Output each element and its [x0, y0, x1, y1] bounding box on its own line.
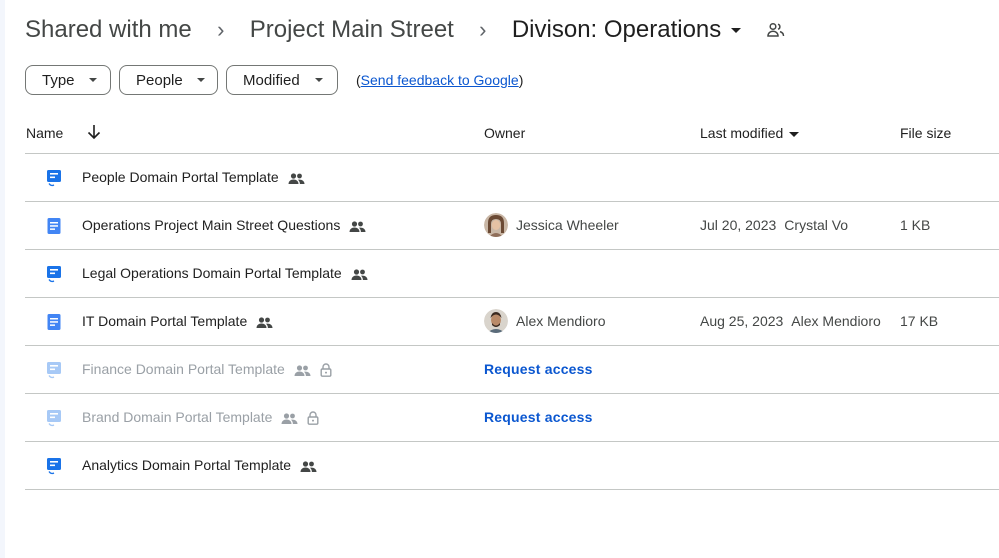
owner-name: Alex Mendioro: [516, 313, 606, 329]
modified-filter-label: Modified: [243, 71, 300, 89]
file-size-column-header[interactable]: File size: [900, 125, 951, 141]
owner-column-header[interactable]: Owner: [484, 125, 525, 141]
table-row[interactable]: Finance Domain Portal Template Request a…: [25, 346, 999, 394]
table-row[interactable]: Legal Operations Domain Portal Template: [25, 250, 999, 298]
file-name: Finance Domain Portal Template: [82, 361, 332, 378]
name-column-header[interactable]: Name: [26, 125, 63, 141]
dropdown-caret-icon: [196, 78, 205, 82]
breadcrumb: Shared with me › Project Main Street › D…: [25, 12, 785, 48]
file-name: Analytics Domain Portal Template: [82, 457, 317, 473]
file-name: Brand Domain Portal Template: [82, 409, 319, 426]
breadcrumb-shared-with-me[interactable]: Shared with me: [25, 16, 192, 44]
breadcrumb-separator: ›: [479, 17, 487, 42]
type-filter-label: Type: [42, 71, 75, 89]
form-icon: [47, 266, 61, 283]
doc-icon: [47, 218, 61, 234]
table-row[interactable]: IT Domain Portal Template Alex Mendioro …: [25, 298, 999, 346]
shared-people-icon: [256, 317, 273, 328]
table-row[interactable]: Operations Project Main Street Questions…: [25, 202, 999, 250]
table-row[interactable]: Brand Domain Portal Template Request acc…: [25, 394, 999, 442]
shared-people-icon: [288, 173, 305, 184]
form-icon: [47, 458, 61, 475]
file-size-cell: 17 KB: [900, 313, 939, 329]
filter-bar: Type People Modified (Send feedback to G…: [25, 65, 523, 95]
owner-cell: Jessica Wheeler: [484, 213, 619, 237]
shared-people-icon: [351, 269, 368, 280]
left-panel-edge: [0, 0, 5, 558]
table-row[interactable]: Analytics Domain Portal Template: [25, 442, 999, 490]
owner-cell: Alex Mendioro: [484, 309, 606, 333]
sort-arrow-down-icon[interactable]: [87, 124, 101, 140]
last-modified-column-header[interactable]: Last modified: [700, 125, 800, 141]
lock-icon: [320, 363, 332, 378]
breadcrumb-separator: ›: [217, 17, 225, 42]
people-filter-chip[interactable]: People: [119, 65, 218, 95]
doc-icon: [47, 314, 61, 330]
avatar: [484, 309, 508, 333]
send-feedback-link[interactable]: Send feedback to Google: [361, 72, 519, 88]
request-access-link[interactable]: Request access: [484, 409, 593, 425]
people-filter-label: People: [136, 71, 183, 89]
file-size-cell: 1 KB: [900, 217, 931, 233]
shared-folder-people-icon[interactable]: [767, 22, 785, 38]
shared-people-icon: [349, 221, 366, 232]
file-name: People Domain Portal Template: [82, 169, 305, 185]
shared-people-icon: [294, 365, 311, 376]
type-filter-chip[interactable]: Type: [25, 65, 111, 95]
form-icon: [47, 170, 61, 187]
last-modified-cell: Jul 20, 2023 Crystal Vo: [700, 217, 849, 233]
form-icon: [47, 362, 61, 379]
owner-name: Jessica Wheeler: [516, 217, 619, 233]
breadcrumb-current-folder[interactable]: Divison: Operations: [512, 16, 721, 44]
avatar: [484, 213, 508, 237]
table-row[interactable]: People Domain Portal Template: [25, 154, 999, 202]
file-name: IT Domain Portal Template: [82, 313, 273, 329]
dropdown-caret-icon: [88, 78, 97, 82]
file-list: Name Owner Last modified File size Peopl…: [25, 112, 999, 490]
shared-people-icon: [300, 461, 317, 472]
dropdown-caret-icon: [315, 78, 323, 82]
lock-icon: [307, 411, 319, 426]
folder-menu-caret-icon[interactable]: [731, 27, 742, 33]
file-name: Legal Operations Domain Portal Template: [82, 265, 368, 281]
form-icon: [47, 410, 61, 427]
table-header: Name Owner Last modified File size: [25, 112, 999, 154]
file-name: Operations Project Main Street Questions: [82, 217, 366, 233]
breadcrumb-project-main-street[interactable]: Project Main Street: [250, 16, 454, 44]
request-access-link[interactable]: Request access: [484, 361, 593, 377]
feedback-note: (Send feedback to Google): [356, 72, 524, 88]
last-modified-cell: Aug 25, 2023 Alex Mendioro: [700, 313, 881, 329]
modified-filter-chip[interactable]: Modified: [226, 65, 338, 95]
sort-caret-icon: [789, 131, 800, 137]
shared-people-icon: [281, 413, 298, 424]
